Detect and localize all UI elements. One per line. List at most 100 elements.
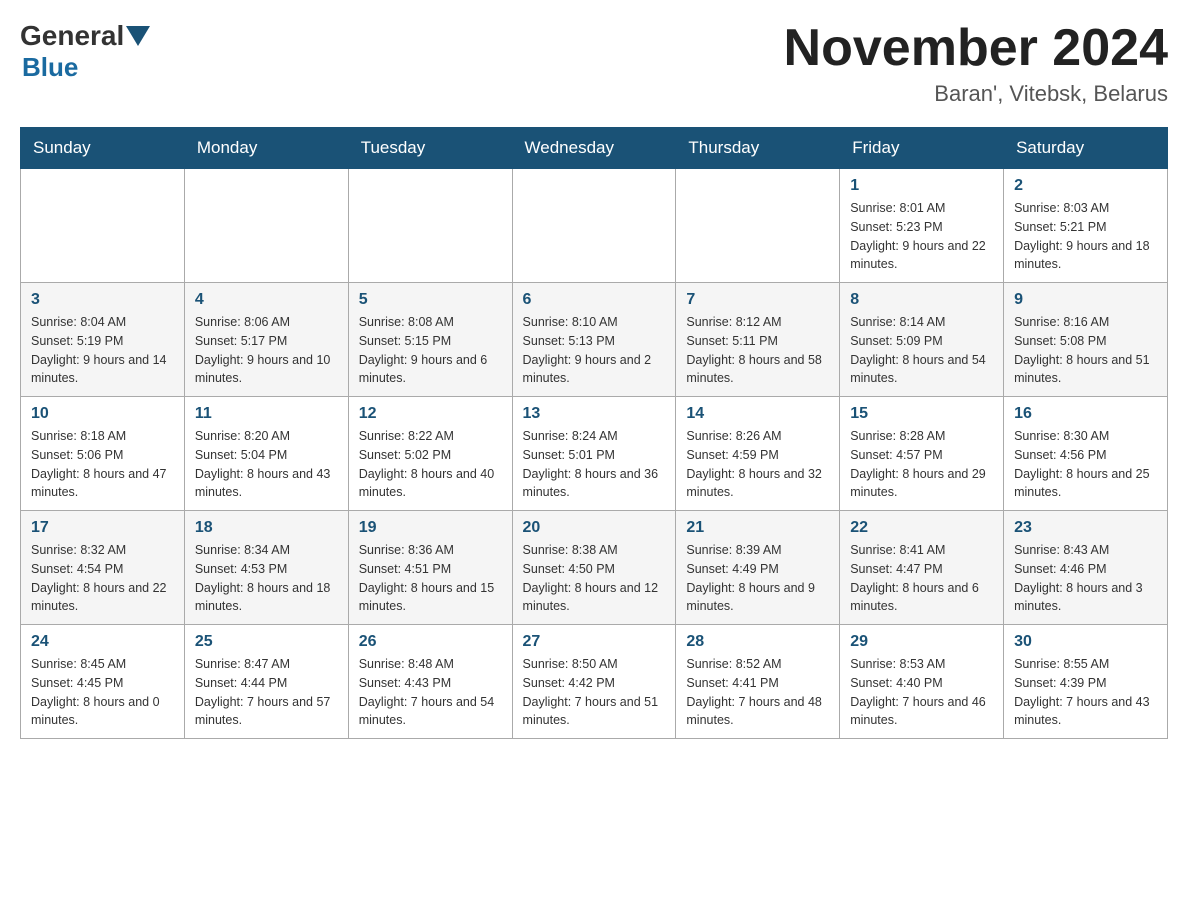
- calendar-cell: 12 Sunrise: 8:22 AMSunset: 5:02 PMDayligh…: [348, 397, 512, 511]
- calendar-cell: 8 Sunrise: 8:14 AMSunset: 5:09 PMDaylight…: [840, 283, 1004, 397]
- day-info: Sunrise: 8:55 AMSunset: 4:39 PMDaylight:…: [1014, 655, 1157, 730]
- calendar-cell: [348, 169, 512, 283]
- logo-general-text: General: [20, 20, 124, 52]
- page-header: General Blue November 2024 Baran', Viteb…: [20, 20, 1168, 107]
- day-info: Sunrise: 8:48 AMSunset: 4:43 PMDaylight:…: [359, 655, 502, 730]
- calendar-row-1: 1 Sunrise: 8:01 AMSunset: 5:23 PMDaylight…: [21, 169, 1168, 283]
- calendar-cell: 15Sunrise: 8:28 AMSunset: 4:57 PMDayligh…: [840, 397, 1004, 511]
- day-number: 10: [31, 405, 174, 423]
- day-number: 8: [850, 291, 993, 309]
- calendar-row-5: 24 Sunrise: 8:45 AMSunset: 4:45 PMDayligh…: [21, 625, 1168, 739]
- calendar-cell: 4 Sunrise: 8:06 AMSunset: 5:17 PMDaylight…: [184, 283, 348, 397]
- day-info: Sunrise: 8:06 AMSunset: 5:17 PMDaylight:…: [195, 313, 338, 388]
- month-title: November 2024: [784, 20, 1168, 77]
- calendar-cell: 5 Sunrise: 8:08 AMSunset: 5:15 PMDaylight…: [348, 283, 512, 397]
- calendar-cell: 9Sunrise: 8:16 AMSunset: 5:08 PMDaylight…: [1004, 283, 1168, 397]
- logo-blue-text: Blue: [22, 52, 78, 82]
- day-info: Sunrise: 8:04 AMSunset: 5:19 PMDaylight:…: [31, 313, 174, 388]
- calendar-cell: 26 Sunrise: 8:48 AMSunset: 4:43 PMDayligh…: [348, 625, 512, 739]
- header-sunday: Sunday: [21, 128, 185, 169]
- calendar-cell: 24 Sunrise: 8:45 AMSunset: 4:45 PMDayligh…: [21, 625, 185, 739]
- day-number: 12: [359, 405, 502, 423]
- calendar-cell: [21, 169, 185, 283]
- header-thursday: Thursday: [676, 128, 840, 169]
- calendar-cell: 2Sunrise: 8:03 AMSunset: 5:21 PMDaylight…: [1004, 169, 1168, 283]
- day-info: Sunrise: 8:12 AMSunset: 5:11 PMDaylight:…: [686, 313, 829, 388]
- header-wednesday: Wednesday: [512, 128, 676, 169]
- calendar-cell: 29Sunrise: 8:53 AMSunset: 4:40 PMDayligh…: [840, 625, 1004, 739]
- day-number: 27: [523, 633, 666, 651]
- day-number: 25: [195, 633, 338, 651]
- day-number: 16: [1014, 405, 1157, 423]
- day-number: 4: [195, 291, 338, 309]
- day-info: Sunrise: 8:34 AMSunset: 4:53 PMDaylight:…: [195, 541, 338, 616]
- location-subtitle: Baran', Vitebsk, Belarus: [784, 81, 1168, 107]
- calendar-cell: 7 Sunrise: 8:12 AMSunset: 5:11 PMDaylight…: [676, 283, 840, 397]
- header-tuesday: Tuesday: [348, 128, 512, 169]
- day-info: Sunrise: 8:32 AMSunset: 4:54 PMDaylight:…: [31, 541, 174, 616]
- day-info: Sunrise: 8:03 AMSunset: 5:21 PMDaylight:…: [1014, 199, 1157, 274]
- calendar-cell: 10 Sunrise: 8:18 AMSunset: 5:06 PMDayligh…: [21, 397, 185, 511]
- calendar-row-2: 3 Sunrise: 8:04 AMSunset: 5:19 PMDaylight…: [21, 283, 1168, 397]
- day-number: 28: [686, 633, 829, 651]
- calendar-cell: 1 Sunrise: 8:01 AMSunset: 5:23 PMDaylight…: [840, 169, 1004, 283]
- day-info: Sunrise: 8:53 AMSunset: 4:40 PMDaylight:…: [850, 655, 993, 730]
- day-number: 18: [195, 519, 338, 537]
- calendar-cell: 22 Sunrise: 8:41 AMSunset: 4:47 PMDayligh…: [840, 511, 1004, 625]
- day-info: Sunrise: 8:50 AMSunset: 4:42 PMDaylight:…: [523, 655, 666, 730]
- calendar-cell: 30 Sunrise: 8:55 AMSunset: 4:39 PMDayligh…: [1004, 625, 1168, 739]
- calendar-cell: 14Sunrise: 8:26 AMSunset: 4:59 PMDayligh…: [676, 397, 840, 511]
- day-info: Sunrise: 8:18 AMSunset: 5:06 PMDaylight:…: [31, 427, 174, 502]
- day-info: Sunrise: 8:20 AMSunset: 5:04 PMDaylight:…: [195, 427, 338, 502]
- calendar-row-4: 17 Sunrise: 8:32 AMSunset: 4:54 PMDayligh…: [21, 511, 1168, 625]
- day-number: 7: [686, 291, 829, 309]
- calendar-cell: 17 Sunrise: 8:32 AMSunset: 4:54 PMDayligh…: [21, 511, 185, 625]
- calendar-cell: 3 Sunrise: 8:04 AMSunset: 5:19 PMDaylight…: [21, 283, 185, 397]
- day-number: 15: [850, 405, 993, 423]
- day-number: 23: [1014, 519, 1157, 537]
- day-number: 3: [31, 291, 174, 309]
- day-number: 26: [359, 633, 502, 651]
- calendar-cell: [676, 169, 840, 283]
- weekday-header-row: Sunday Monday Tuesday Wednesday Thursday…: [21, 128, 1168, 169]
- calendar-cell: 25 Sunrise: 8:47 AMSunset: 4:44 PMDayligh…: [184, 625, 348, 739]
- day-number: 19: [359, 519, 502, 537]
- calendar-cell: [184, 169, 348, 283]
- calendar-cell: 13 Sunrise: 8:24 AMSunset: 5:01 PMDayligh…: [512, 397, 676, 511]
- day-number: 24: [31, 633, 174, 651]
- day-number: 9: [1014, 291, 1157, 309]
- day-number: 11: [195, 405, 338, 423]
- day-info: Sunrise: 8:14 AMSunset: 5:09 PMDaylight:…: [850, 313, 993, 388]
- day-info: Sunrise: 8:10 AMSunset: 5:13 PMDaylight:…: [523, 313, 666, 388]
- day-number: 1: [850, 177, 993, 195]
- day-info: Sunrise: 8:08 AMSunset: 5:15 PMDaylight:…: [359, 313, 502, 388]
- calendar-cell: 16Sunrise: 8:30 AMSunset: 4:56 PMDayligh…: [1004, 397, 1168, 511]
- day-number: 13: [523, 405, 666, 423]
- day-info: Sunrise: 8:01 AMSunset: 5:23 PMDaylight:…: [850, 199, 993, 274]
- day-info: Sunrise: 8:26 AMSunset: 4:59 PMDaylight:…: [686, 427, 829, 502]
- day-info: Sunrise: 8:22 AMSunset: 5:02 PMDaylight:…: [359, 427, 502, 502]
- calendar-cell: 11 Sunrise: 8:20 AMSunset: 5:04 PMDayligh…: [184, 397, 348, 511]
- logo-triangle-icon: [126, 26, 150, 46]
- header-monday: Monday: [184, 128, 348, 169]
- day-number: 6: [523, 291, 666, 309]
- calendar-row-3: 10 Sunrise: 8:18 AMSunset: 5:06 PMDayligh…: [21, 397, 1168, 511]
- day-number: 21: [686, 519, 829, 537]
- day-number: 22: [850, 519, 993, 537]
- day-number: 17: [31, 519, 174, 537]
- day-info: Sunrise: 8:24 AMSunset: 5:01 PMDaylight:…: [523, 427, 666, 502]
- day-info: Sunrise: 8:52 AMSunset: 4:41 PMDaylight:…: [686, 655, 829, 730]
- logo: General Blue: [20, 20, 152, 83]
- day-number: 5: [359, 291, 502, 309]
- day-info: Sunrise: 8:47 AMSunset: 4:44 PMDaylight:…: [195, 655, 338, 730]
- calendar-cell: 20Sunrise: 8:38 AMSunset: 4:50 PMDayligh…: [512, 511, 676, 625]
- calendar-cell: 18 Sunrise: 8:34 AMSunset: 4:53 PMDayligh…: [184, 511, 348, 625]
- calendar-cell: 6 Sunrise: 8:10 AMSunset: 5:13 PMDaylight…: [512, 283, 676, 397]
- day-info: Sunrise: 8:41 AMSunset: 4:47 PMDaylight:…: [850, 541, 993, 616]
- calendar-cell: 28 Sunrise: 8:52 AMSunset: 4:41 PMDayligh…: [676, 625, 840, 739]
- header-saturday: Saturday: [1004, 128, 1168, 169]
- calendar-cell: [512, 169, 676, 283]
- calendar-cell: 23Sunrise: 8:43 AMSunset: 4:46 PMDayligh…: [1004, 511, 1168, 625]
- day-info: Sunrise: 8:45 AMSunset: 4:45 PMDaylight:…: [31, 655, 174, 730]
- day-number: 30: [1014, 633, 1157, 651]
